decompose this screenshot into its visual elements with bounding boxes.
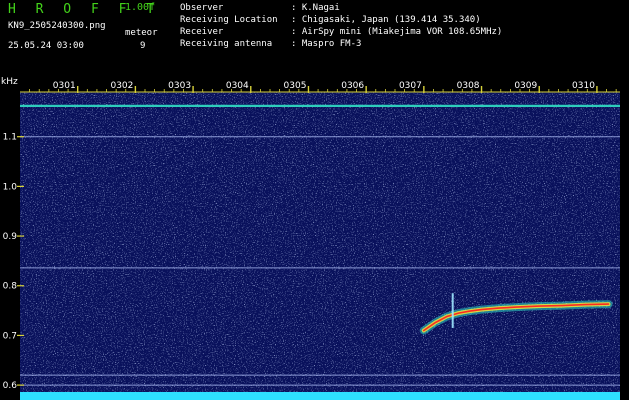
x-tick-label: 0309	[514, 81, 537, 91]
x-tick-label: 0303	[168, 81, 191, 91]
spectrogram-chart: 0301 0302 0303 0304 0305 0306 0307 0308 0309 0310…	[1, 77, 620, 400]
info-value-location: : Chigasaki, Japan (139.414 35.340)	[291, 15, 481, 25]
meteor-count: 9	[140, 41, 146, 51]
y-tick-label: 0.8	[3, 282, 18, 292]
app-version: 1.00f	[125, 2, 156, 13]
x-tick-label: 0307	[399, 81, 422, 91]
x-tick-label: 0304	[226, 81, 249, 91]
bottom-noise-band	[20, 392, 620, 400]
y-tick-label: 1.0	[3, 182, 18, 192]
x-tick-label: 0305	[284, 81, 307, 91]
y-tick-label: 1.1	[3, 133, 17, 143]
x-tick-label: 0306	[341, 81, 364, 91]
timestamp: 25.05.24 03:00	[8, 41, 84, 51]
x-tick-label: 0308	[457, 81, 480, 91]
info-key-receiver: Receiver	[180, 27, 224, 37]
y-tick-label: 0.7	[3, 331, 17, 341]
x-tick-label: 0301	[53, 81, 76, 91]
info-value-antenna: : Maspro FM-3	[291, 39, 362, 49]
header: H R O F F T 1.00f KN9_2505240300.png 25.…	[0, 0, 629, 74]
file-name: KN9_2505240300.png	[8, 21, 106, 31]
info-value-receiver: : AirSpy mini (Miakejima VOR 108.65MHz)	[291, 27, 503, 37]
y-tick-label: 0.9	[3, 232, 18, 242]
info-key-location: Receiving Location	[180, 15, 278, 25]
x-tick-label: 0310	[572, 81, 595, 91]
x-tick-label: 0302	[110, 81, 133, 91]
info-value-observer: : K.Nagai	[291, 3, 340, 13]
y-axis-label: kHz	[1, 77, 18, 87]
info-key-observer: Observer	[180, 3, 224, 13]
info-key-antenna: Receiving antenna	[180, 39, 273, 49]
y-tick-label: 0.6	[3, 381, 18, 391]
meteor-label: meteor	[125, 28, 158, 38]
